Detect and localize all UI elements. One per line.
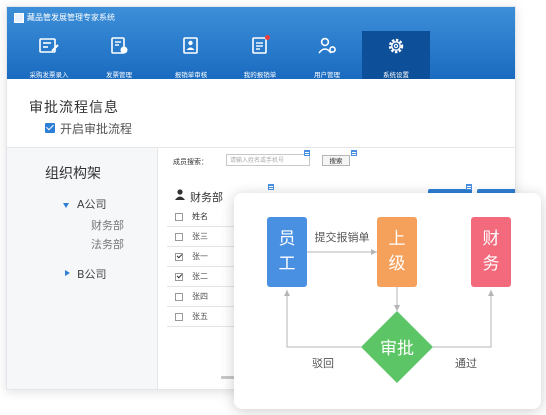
page-title: 审批流程信息 bbox=[29, 100, 119, 116]
reimburse-review-icon bbox=[183, 37, 198, 54]
gear-icon bbox=[388, 38, 404, 54]
person-icon bbox=[175, 189, 185, 200]
pass-arrow-icon bbox=[488, 290, 494, 296]
row-checkbox[interactable] bbox=[175, 293, 183, 301]
node-finance-char2: 务 bbox=[483, 254, 500, 274]
list-icon bbox=[351, 150, 357, 156]
edge-reject-label: 驳回 bbox=[312, 357, 334, 370]
node-finance-char1: 财 bbox=[483, 229, 500, 249]
tree-company-a[interactable]: A公司 bbox=[77, 196, 107, 212]
row-checkbox[interactable] bbox=[175, 273, 183, 281]
node-finance bbox=[471, 217, 511, 287]
nav-label: 采购发票录入 bbox=[29, 71, 69, 79]
caret-down-icon[interactable] bbox=[63, 203, 69, 208]
node-employee bbox=[267, 217, 307, 287]
submit-arrow-icon bbox=[371, 249, 377, 255]
search-input[interactable]: 请输入姓名或手机号 bbox=[226, 154, 310, 166]
row-checkbox[interactable] bbox=[175, 253, 183, 261]
tree-dept-legal[interactable]: 法务部 bbox=[91, 236, 124, 252]
reject-arrow-icon bbox=[284, 290, 290, 296]
search-button[interactable]: 搜索 bbox=[322, 155, 350, 166]
users-gear-icon bbox=[318, 37, 336, 54]
org-tree-panel: 组织构架 A公司 财务部 法务部 B公司 bbox=[7, 148, 158, 389]
top-navigation-bar: 藏品管发展管理专家系统 采购发票录入 发票管理 报销单审核 我的报销单 用户管理… bbox=[7, 7, 515, 79]
nav-item-user-manage[interactable]: 用户管理 bbox=[293, 31, 361, 79]
list-icon bbox=[268, 184, 274, 190]
edge-pass-label: 通过 bbox=[455, 357, 477, 370]
tree-dept-finance[interactable]: 财务部 bbox=[91, 217, 124, 233]
down-arrow-icon bbox=[394, 305, 400, 311]
enable-flow-label[interactable]: 开启审批流程 bbox=[60, 120, 132, 137]
member-name: 张三 bbox=[192, 232, 208, 241]
nav-item-system-settings[interactable]: 系统设置 bbox=[362, 31, 430, 79]
pass-edge bbox=[433, 290, 492, 348]
column-header: 姓名 bbox=[192, 212, 208, 221]
nav-label: 发票管理 bbox=[106, 71, 132, 79]
node-superior bbox=[377, 217, 417, 287]
row-checkbox[interactable] bbox=[175, 233, 183, 241]
nav-label: 报销单审核 bbox=[174, 71, 208, 79]
enable-flow-checkbox[interactable] bbox=[45, 123, 55, 133]
nav-label: 用户管理 bbox=[314, 71, 340, 79]
list-icon bbox=[466, 184, 472, 190]
member-name: 张二 bbox=[192, 272, 208, 281]
row-checkbox[interactable] bbox=[175, 313, 183, 321]
reject-edge bbox=[286, 290, 361, 348]
nav-item-reimburse-review[interactable]: 报销单审核 bbox=[157, 31, 225, 79]
member-name: 张一 bbox=[192, 252, 208, 261]
nav-item-invoice-manage[interactable]: 发票管理 bbox=[85, 31, 153, 79]
dept-name: 财务部 bbox=[190, 191, 223, 204]
invoice-entry-icon bbox=[39, 38, 59, 53]
notification-dot bbox=[265, 35, 270, 40]
select-all-checkbox[interactable] bbox=[175, 213, 183, 221]
nav-item-my-reimburse[interactable]: 我的报销单 bbox=[226, 31, 294, 79]
approval-flow-card: 员 工 上 级 财 务 审批 提交报销单 驳回 通过 bbox=[234, 193, 541, 409]
approval-flow-diagram: 员 工 上 级 财 务 审批 提交报销单 驳回 通过 bbox=[267, 217, 511, 383]
node-superior-char1: 上 bbox=[389, 229, 406, 249]
node-superior-char2: 级 bbox=[389, 254, 406, 274]
nav-label: 我的报销单 bbox=[243, 71, 277, 79]
org-title: 组织构架 bbox=[45, 166, 101, 182]
tree-company-b[interactable]: B公司 bbox=[77, 266, 107, 282]
nav-label: 系统设置 bbox=[383, 71, 409, 79]
list-icon bbox=[304, 150, 310, 156]
caret-right-icon[interactable] bbox=[65, 270, 70, 276]
app-logo-icon bbox=[14, 13, 24, 23]
nav-item-invoice-entry[interactable]: 采购发票录入 bbox=[15, 31, 83, 79]
search-label: 成员搜索： bbox=[173, 158, 208, 166]
invoice-manage-icon bbox=[111, 37, 128, 54]
edge-submit-label: 提交报销单 bbox=[315, 230, 370, 244]
member-name: 张四 bbox=[192, 292, 208, 301]
node-approve-label: 审批 bbox=[380, 339, 414, 359]
node-employee-char2: 工 bbox=[279, 254, 296, 274]
node-employee-char1: 员 bbox=[279, 229, 296, 249]
member-name: 张五 bbox=[192, 312, 208, 321]
app-title: 藏品管发展管理专家系统 bbox=[27, 13, 115, 22]
